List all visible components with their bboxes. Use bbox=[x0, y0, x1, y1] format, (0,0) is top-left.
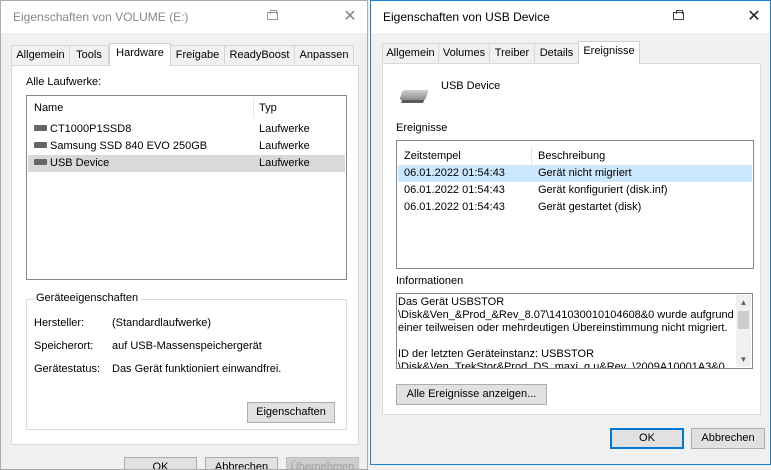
drive-icon bbox=[34, 142, 47, 148]
events-panel: USB Device Ereignisse Zeitstempel Beschr… bbox=[382, 63, 761, 415]
event-row[interactable]: 06.01.2022 01:54:43 Gerät konfiguriert (… bbox=[398, 182, 752, 199]
drives-label: Alle Laufwerke: bbox=[26, 76, 102, 88]
scroll-up-icon[interactable]: ▲ bbox=[736, 295, 751, 310]
drive-name: USB Device bbox=[50, 157, 110, 169]
column-header-timestamp[interactable]: Zeitstempel bbox=[404, 146, 461, 166]
tab-hardware[interactable]: Hardware bbox=[109, 43, 171, 66]
manufacturer-value: (Standardlaufwerke) bbox=[112, 317, 212, 329]
column-header-type[interactable]: Typ bbox=[259, 98, 277, 118]
events-label: Ereignisse bbox=[396, 122, 448, 134]
information-label: Informationen bbox=[396, 275, 464, 287]
info-line: \Disk&Ven_&Prod_&Rev_8.07\14103001010460… bbox=[398, 309, 734, 321]
tab-allgemein[interactable]: Allgemein bbox=[11, 45, 70, 64]
left-window-title: Eigenschaften von VOLUME (E:) bbox=[13, 10, 189, 24]
right-tab-strip: Allgemein Volumes Treiber Details Ereign… bbox=[382, 41, 762, 64]
scroll-down-icon[interactable]: ▼ bbox=[736, 352, 751, 367]
drive-icon bbox=[34, 125, 47, 131]
right-properties-window: Eigenschaften von USB Device ✕ Allgemein… bbox=[370, 0, 771, 465]
info-line bbox=[398, 335, 735, 348]
drive-type: Laufwerke bbox=[259, 123, 310, 135]
tab-anpassen[interactable]: Anpassen bbox=[294, 45, 354, 64]
info-line: \Disk&Ven_TrekStor&Prod_DS_maxi_g.u&Rev_… bbox=[398, 361, 725, 369]
drive-type: Laufwerke bbox=[259, 157, 310, 169]
drives-list[interactable]: Name Typ CT1000P1SSD8 Laufwerke Samsung … bbox=[26, 95, 347, 280]
drive-row[interactable]: CT1000P1SSD8 Laufwerke bbox=[28, 121, 345, 138]
apply-button[interactable]: Übernehmen bbox=[286, 457, 359, 469]
right-title-bar[interactable]: Eigenschaften von USB Device ✕ bbox=[371, 1, 770, 33]
drive-icon bbox=[34, 159, 47, 165]
column-separator[interactable] bbox=[253, 98, 254, 118]
info-line: einer teilweisen oder mehrdeutigen Übere… bbox=[398, 322, 728, 334]
close-icon[interactable]: ✕ bbox=[340, 7, 360, 27]
events-list[interactable]: Zeitstempel Beschreibung 06.01.2022 01:5… bbox=[396, 140, 754, 269]
event-row-selected[interactable]: 06.01.2022 01:54:43 Gerät nicht migriert bbox=[398, 165, 752, 182]
right-window-title: Eigenschaften von USB Device bbox=[383, 10, 550, 24]
tab-freigabe[interactable]: Freigabe bbox=[170, 45, 225, 64]
scroll-thumb[interactable] bbox=[738, 311, 749, 329]
info-line: ID der letzten Geräteinstanz: USBSTOR bbox=[398, 348, 595, 360]
drive-name-cell: CT1000P1SSD8 bbox=[34, 121, 131, 138]
info-scrollbar[interactable]: ▲ ▼ bbox=[736, 295, 751, 367]
event-description: Gerät gestartet (disk) bbox=[538, 201, 642, 213]
drive-name: Samsung SSD 840 EVO 250GB bbox=[50, 140, 208, 152]
left-cancel-button[interactable]: Abbrechen bbox=[205, 457, 278, 469]
event-time: 06.01.2022 01:54:43 bbox=[404, 184, 505, 196]
location-label: Speicherort: bbox=[34, 340, 94, 352]
all-events-button[interactable]: Alle Ereignisse anzeigen... bbox=[396, 384, 547, 405]
right-ok-button[interactable]: OK bbox=[610, 428, 684, 449]
status-value: Das Gerät funktioniert einwandfrei. bbox=[112, 363, 282, 375]
drive-row[interactable]: Samsung SSD 840 EVO 250GB Laufwerke bbox=[28, 138, 345, 155]
close-icon[interactable]: ✕ bbox=[744, 7, 764, 27]
info-line: Das Gerät USBSTOR bbox=[398, 296, 505, 308]
status-label: Gerätestatus: bbox=[34, 363, 101, 375]
manufacturer-label: Hersteller: bbox=[34, 317, 85, 329]
tab-tools[interactable]: Tools bbox=[69, 45, 109, 64]
drive-type: Laufwerke bbox=[259, 140, 310, 152]
column-header-name[interactable]: Name bbox=[34, 98, 63, 118]
information-text[interactable]: Das Gerät USBSTOR \Disk&Ven_&Prod_&Rev_8… bbox=[396, 293, 753, 369]
event-time: 06.01.2022 01:54:43 bbox=[404, 167, 505, 179]
location-value: auf USB-Massenspeichergerät bbox=[112, 340, 262, 352]
event-description: Gerät nicht migriert bbox=[538, 167, 632, 179]
event-description: Gerät konfiguriert (disk.inf) bbox=[538, 184, 668, 196]
left-ok-button[interactable]: OK bbox=[124, 457, 197, 469]
information-content: Das Gerät USBSTOR \Disk&Ven_&Prod_&Rev_8… bbox=[398, 296, 735, 369]
tab-treiber[interactable]: Treiber bbox=[489, 43, 535, 62]
tab-details[interactable]: Details bbox=[534, 43, 579, 62]
hardware-panel: Alle Laufwerke: Name Typ CT1000P1SSD8 La… bbox=[11, 65, 359, 445]
device-properties-group: Geräteeigenschaften Hersteller: (Standar… bbox=[26, 292, 347, 430]
left-title-bar[interactable]: Eigenschaften von VOLUME (E:) ✕ bbox=[1, 1, 367, 33]
tab-allgemein[interactable]: Allgemein bbox=[382, 43, 439, 62]
tab-ereignisse[interactable]: Ereignisse bbox=[578, 41, 640, 64]
drive-row-selected[interactable]: USB Device Laufwerke bbox=[28, 155, 345, 172]
device-properties-title: Geräteeigenschaften bbox=[33, 292, 142, 304]
tab-readyboost[interactable]: ReadyBoost bbox=[224, 45, 295, 64]
event-time: 06.01.2022 01:54:43 bbox=[404, 201, 505, 213]
restore-icon[interactable] bbox=[673, 10, 684, 20]
drive-name: CT1000P1SSD8 bbox=[50, 123, 132, 135]
column-separator[interactable] bbox=[531, 146, 532, 166]
restore-icon[interactable] bbox=[267, 10, 278, 20]
left-properties-window: Eigenschaften von VOLUME (E:) ✕ Allgemei… bbox=[0, 0, 368, 470]
device-name: USB Device bbox=[441, 80, 501, 92]
right-cancel-button[interactable]: Abbrechen bbox=[691, 428, 765, 449]
left-tab-strip: Allgemein Tools Hardware Freigabe ReadyB… bbox=[11, 43, 361, 66]
event-row[interactable]: 06.01.2022 01:54:43 Gerät gestartet (dis… bbox=[398, 199, 752, 216]
usb-device-icon bbox=[399, 90, 429, 100]
drive-name-cell: Samsung SSD 840 EVO 250GB bbox=[34, 138, 207, 155]
drive-name-cell: USB Device bbox=[34, 155, 109, 172]
column-header-description[interactable]: Beschreibung bbox=[538, 146, 605, 166]
properties-button[interactable]: Eigenschaften bbox=[247, 402, 335, 423]
tab-volumes[interactable]: Volumes bbox=[438, 43, 490, 62]
